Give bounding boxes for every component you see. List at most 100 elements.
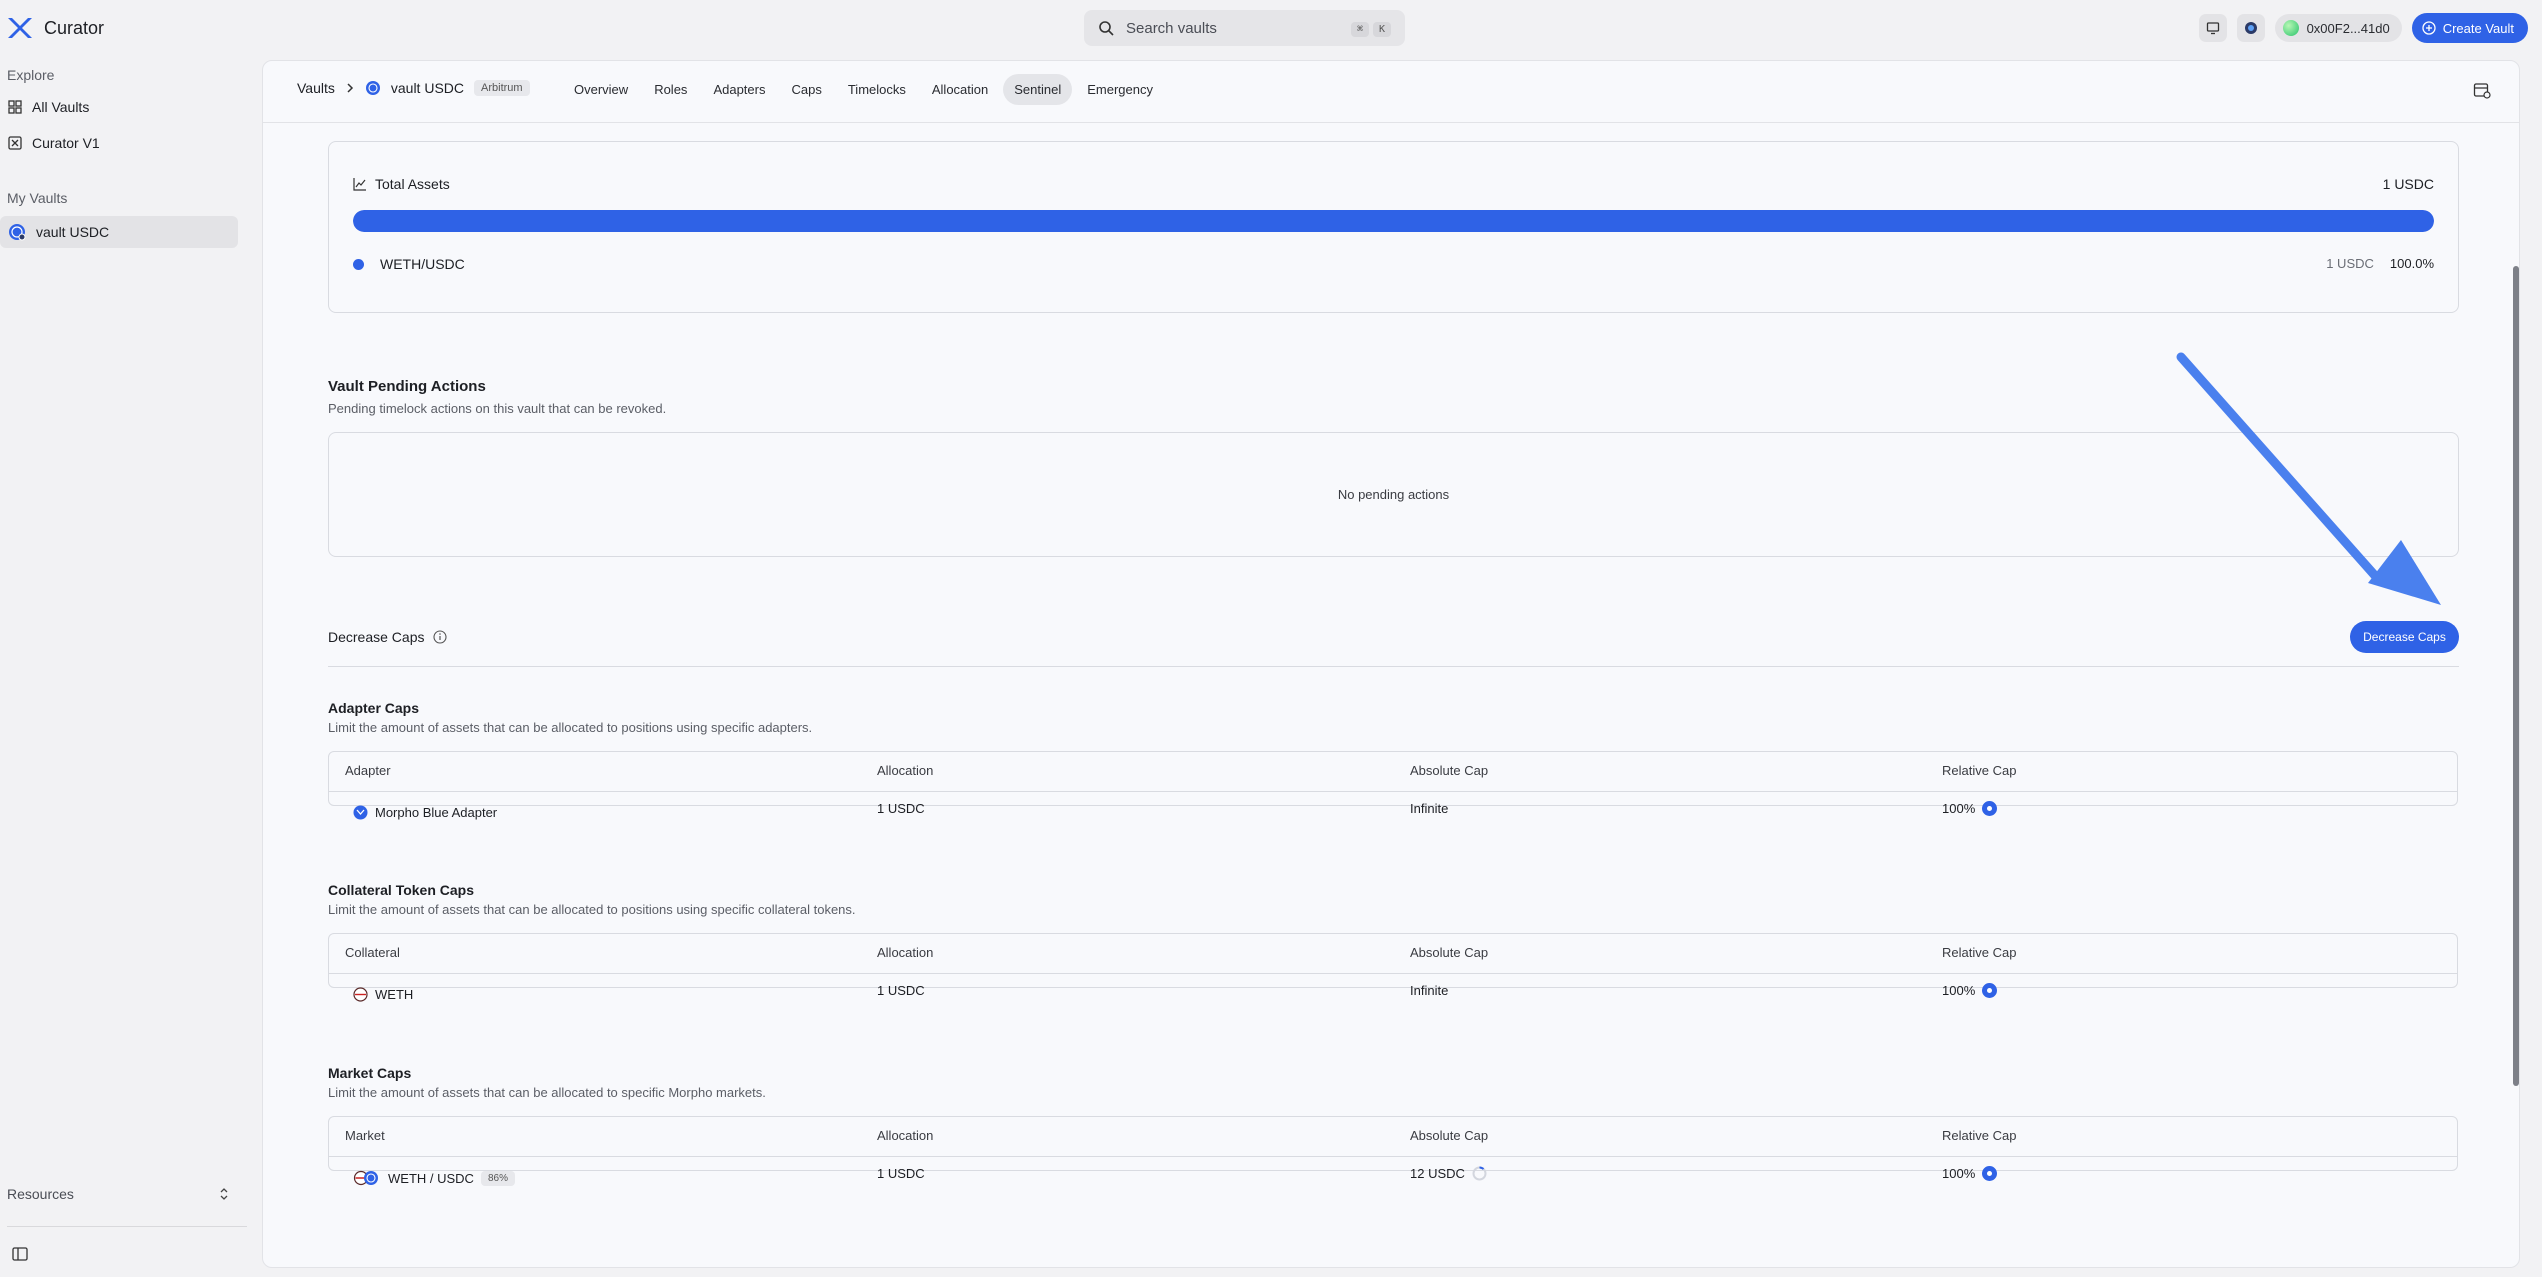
wallet-button[interactable]: 0x00F2...41d0 — [2274, 14, 2402, 42]
header-relative-cap: Relative Cap — [1942, 945, 2017, 960]
square-x-icon — [8, 136, 22, 150]
header-relative-cap: Relative Cap — [1942, 763, 2017, 778]
sidebar-item-label: All Vaults — [32, 99, 90, 115]
lltv-badge: 86% — [480, 1170, 515, 1186]
adapter-caps-title: Adapter Caps — [328, 700, 420, 716]
header-collateral: Collateral — [345, 945, 400, 960]
relative-cap-value: 100% — [1942, 983, 1976, 998]
header-absolute-cap: Absolute Cap — [1410, 1128, 1489, 1143]
search-icon — [1099, 21, 1114, 36]
allocation-value: 1 USDC — [877, 983, 925, 998]
usdc-token-icon — [365, 81, 380, 95]
total-assets-card: Total Assets 1 USDC WETH/USDC 1 USDC 100… — [328, 141, 2459, 313]
sidebar-divider — [7, 1226, 247, 1227]
cap-progress-icon — [1472, 1166, 1487, 1181]
collateral-name: WETH — [375, 987, 414, 1002]
wallet-avatar — [2282, 20, 2299, 36]
sidebar: Explore All Vaults Curator V1 My Vaults … — [0, 58, 250, 1277]
display-button[interactable] — [2198, 14, 2227, 42]
sidebar-item-vault-usdc[interactable]: vault USDC — [0, 216, 238, 248]
allocation-bar — [353, 210, 2434, 232]
adapter-caps-table: Adapter Allocation Absolute Cap Relative… — [328, 751, 2458, 820]
brand-name: Curator — [44, 17, 105, 38]
kbd-k: K — [1372, 22, 1391, 37]
tab-timelocks[interactable]: Timelocks — [837, 74, 917, 105]
header-absolute-cap: Absolute Cap — [1410, 763, 1489, 778]
absolute-cap-cell: 12 USDC — [1410, 1166, 1487, 1181]
sidebar-toggle-icon[interactable] — [12, 1247, 28, 1261]
legend-label: WETH/USDC — [380, 256, 465, 272]
tab-sentinel[interactable]: Sentinel — [1003, 74, 1073, 105]
decrease-caps-title: Decrease Caps — [328, 629, 425, 645]
vault-tabs: Overview Roles Adapters Caps Timelocks A… — [563, 74, 1164, 105]
main-panel: Vaults vault USDC Arbitrum Overview Role… — [262, 60, 2520, 1268]
collateral-cell: WETH — [353, 987, 413, 1002]
tab-allocation[interactable]: Allocation — [921, 74, 999, 105]
relative-cap-cell: 100% — [1942, 1166, 1998, 1181]
absolute-cap-value: Infinite — [1410, 801, 1449, 816]
plus-circle-icon — [2422, 21, 2436, 35]
vault-subnav: Vaults vault USDC Arbitrum Overview Role… — [263, 61, 2519, 123]
chevron-updown-icon — [220, 1188, 228, 1200]
absolute-cap-value: Infinite — [1410, 983, 1449, 998]
market-caps-description: Limit the amount of assets that can be a… — [328, 1085, 766, 1100]
scrollbar-thumb[interactable] — [2513, 266, 2519, 1086]
curator-logo-icon — [8, 18, 32, 38]
market-name: WETH / USDC — [388, 1170, 474, 1186]
search-input[interactable]: Search vaults — [1126, 20, 1335, 37]
relative-cap-value: 100% — [1942, 801, 1976, 816]
chevron-right-icon — [347, 83, 353, 93]
header-absolute-cap: Absolute Cap — [1410, 945, 1489, 960]
tab-emergency[interactable]: Emergency — [1076, 74, 1164, 105]
tab-caps[interactable]: Caps — [780, 74, 832, 105]
sidebar-item-all-vaults[interactable]: All Vaults — [0, 91, 238, 123]
header-market: Market — [345, 1128, 385, 1143]
calendar-settings-icon[interactable] — [2473, 81, 2491, 99]
legend-percent: 100.0% — [2389, 256, 2434, 271]
tab-adapters[interactable]: Adapters — [702, 74, 776, 105]
collateral-caps-description: Limit the amount of assets that can be a… — [328, 902, 856, 917]
pending-actions-title: Vault Pending Actions — [328, 378, 486, 395]
breadcrumb-vault[interactable]: vault USDC — [391, 80, 464, 96]
total-assets-title: Total Assets — [375, 176, 450, 192]
wallet-address: 0x00F2...41d0 — [2306, 20, 2390, 36]
search-bar[interactable]: Search vaults ⌘ K — [1084, 10, 1405, 46]
empty-state-text: No pending actions — [1337, 487, 1450, 502]
header-allocation: Allocation — [877, 945, 934, 960]
sidebar-item-curator-v1[interactable]: Curator V1 — [0, 127, 238, 159]
adapter-name: Morpho Blue Adapter — [375, 805, 498, 820]
brand[interactable]: Curator — [6, 16, 104, 40]
weth-usdc-pair-icon — [353, 1170, 378, 1186]
sidebar-item-label: Curator V1 — [32, 135, 100, 151]
table-header: Collateral Allocation Absolute Cap Relat… — [329, 934, 2457, 974]
relative-cap-indicator-icon — [1982, 1166, 1998, 1181]
allocation-value: 1 USDC — [877, 1166, 925, 1181]
resources-label: Resources — [7, 1186, 74, 1202]
allocation-value: 1 USDC — [877, 801, 925, 816]
collateral-caps-title: Collateral Token Caps — [328, 882, 475, 898]
monitor-icon — [2206, 22, 2219, 35]
table-header: Adapter Allocation Absolute Cap Relative… — [329, 752, 2457, 792]
create-vault-label: Create Vault — [2442, 20, 2514, 36]
breadcrumb: Vaults vault USDC Arbitrum — [297, 80, 530, 96]
network-icon — [2244, 22, 2257, 34]
annotation-arrow — [2176, 352, 2441, 605]
relative-cap-indicator-icon — [1982, 801, 1998, 816]
tab-overview[interactable]: Overview — [563, 74, 639, 105]
tab-roles[interactable]: Roles — [643, 74, 698, 105]
resources-menu[interactable]: Resources — [7, 1186, 229, 1202]
kbd-cmd: ⌘ — [1350, 22, 1369, 37]
header-relative-cap: Relative Cap — [1942, 1128, 2017, 1143]
weth-token-icon — [353, 987, 368, 1002]
absolute-cap-value: 12 USDC — [1410, 1166, 1465, 1181]
usdc-token-icon — [9, 224, 26, 241]
relative-cap-cell: 100% — [1942, 801, 1998, 816]
top-bar: Curator Search vaults ⌘ K 0x00F2...41d0 C… — [0, 0, 2542, 58]
relative-cap-indicator-icon — [1982, 983, 1998, 998]
header-adapter: Adapter — [345, 763, 391, 778]
chain-badge: Arbitrum — [474, 80, 530, 96]
breadcrumb-vaults[interactable]: Vaults — [297, 80, 335, 96]
create-vault-button[interactable]: Create Vault — [2411, 13, 2528, 43]
info-icon[interactable] — [432, 630, 447, 644]
network-button[interactable] — [2236, 14, 2265, 42]
